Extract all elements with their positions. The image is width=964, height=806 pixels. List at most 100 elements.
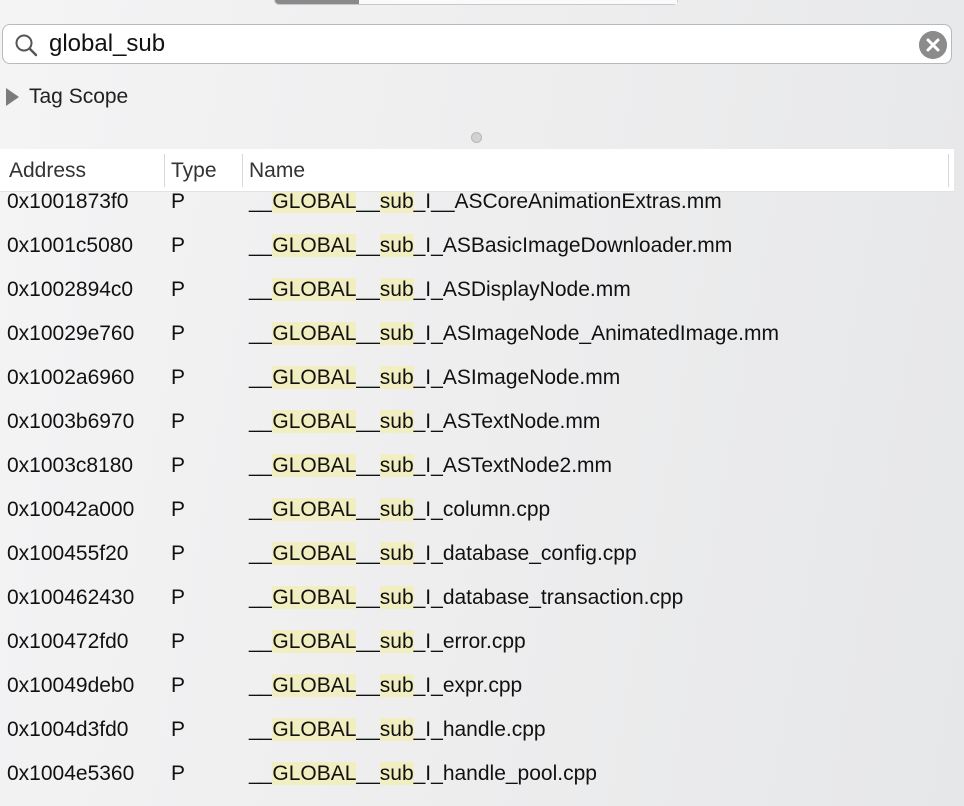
table-row[interactable]: 0x10049deb0 P __GLOBAL__sub_I_expr.cpp (0, 664, 964, 708)
match-highlight: GLOBAL (272, 454, 357, 477)
type-cell: P (171, 192, 186, 213)
name-mid: __ (356, 192, 380, 213)
name-cell: __GLOBAL__sub_I_database_config.cpp (249, 532, 637, 576)
name-mid: __ (356, 586, 380, 609)
address-cell: 0x100455f20 (7, 542, 129, 565)
name-mid: __ (356, 718, 380, 741)
column-header-name[interactable]: Name (249, 149, 305, 192)
column-separator[interactable] (948, 154, 949, 187)
segment-inactive[interactable] (359, 0, 677, 4)
name-cell: __GLOBAL__sub (249, 796, 414, 806)
table-row[interactable]: 0x1004e5360 P __GLOBAL__sub_I_handle_pool.… (0, 752, 964, 796)
match-highlight: GLOBAL (272, 410, 357, 433)
address-cell: 0x1001873f0 (7, 192, 129, 213)
name-prefix: __ (249, 366, 273, 389)
table-row[interactable]: 0x1003c8180 P __GLOBAL__sub_I_ASTextNode2.… (0, 444, 964, 488)
column-header-type[interactable]: Type (171, 149, 217, 192)
name-suffix: _I_error.cpp (413, 630, 526, 653)
table-row[interactable]: 0x100462430 P __GLOBAL__sub_I_database_tra… (0, 576, 964, 620)
table-row[interactable]: 0x100472fd0 P __GLOBAL__sub_I_error.cpp (0, 620, 964, 664)
name-prefix: __ (249, 718, 273, 741)
symbol-table[interactable]: 0x1001873f0 P __GLOBAL__sub_I__ASCoreAnima… (0, 192, 964, 806)
match-highlight: sub (379, 498, 414, 521)
type-cell: P (171, 366, 186, 389)
match-highlight: sub (379, 674, 414, 697)
name-suffix: _I_column.cpp (413, 498, 551, 521)
table-row[interactable]: 0x10042a000 P __GLOBAL__sub_I_column.cpp (0, 488, 964, 532)
table-row[interactable]: 0x1001c5080 P __GLOBAL__sub_I_ASBasicImage… (0, 224, 964, 268)
name-mid: __ (356, 630, 380, 653)
type-cell: P (171, 542, 186, 565)
type-cell: P (171, 410, 186, 433)
tag-scope-disclosure[interactable]: Tag Scope (6, 84, 128, 110)
type-cell: P (171, 630, 186, 653)
split-view-handle[interactable] (471, 132, 482, 143)
name-cell: __GLOBAL__sub_I_ASImageNode_AnimatedImag… (249, 312, 779, 356)
name-mid: __ (356, 278, 380, 301)
match-highlight: GLOBAL (272, 586, 357, 609)
name-mid: __ (356, 410, 380, 433)
match-highlight: sub (379, 410, 414, 433)
match-highlight: GLOBAL (272, 192, 357, 213)
table-row[interactable]: 0x1003b6970 P __GLOBAL__sub_I_ASTextNode.m… (0, 400, 964, 444)
name-prefix: __ (249, 322, 273, 345)
table-header: Address Type Name (0, 149, 954, 192)
name-cell: __GLOBAL__sub_I_ASTextNode.mm (249, 400, 600, 444)
name-suffix: _I_ASDisplayNode.mm (413, 278, 631, 301)
address-cell: 0x100472fd0 (7, 630, 129, 653)
match-highlight: GLOBAL (272, 542, 357, 565)
name-prefix: __ (249, 630, 273, 653)
table-row[interactable]: 0x1004d3fd0 P __GLOBAL__sub_I_handle.cpp (0, 708, 964, 752)
match-highlight: GLOBAL (272, 630, 357, 653)
name-suffix: _I_handle.cpp (413, 718, 546, 741)
table-row[interactable]: 0x1002894c0 P __GLOBAL__sub_I_ASDisplayNod… (0, 268, 964, 312)
column-header-address[interactable]: Address (9, 149, 86, 192)
name-mid: __ (356, 762, 380, 785)
match-highlight: GLOBAL (272, 366, 357, 389)
type-cell: P (171, 278, 186, 301)
name-prefix: __ (249, 542, 273, 565)
table-row[interactable]: 0x10029e760 P __GLOBAL__sub_I_ASImageNode_… (0, 312, 964, 356)
match-highlight: GLOBAL (272, 278, 357, 301)
name-prefix: __ (249, 586, 273, 609)
address-cell: 0x1004e5360 (7, 762, 135, 785)
match-highlight: GLOBAL (272, 234, 357, 257)
name-cell: __GLOBAL__sub_I_handle_pool.cpp (249, 752, 597, 796)
match-highlight: sub (379, 630, 414, 653)
search-input[interactable] (49, 28, 909, 60)
segment-active[interactable] (275, 0, 359, 4)
name-cell: __GLOBAL__sub_I_ASTextNode2.mm (249, 444, 612, 488)
clear-icon[interactable] (919, 31, 947, 59)
match-highlight: sub (379, 322, 414, 345)
match-highlight: sub (379, 234, 414, 257)
name-mid: __ (356, 366, 380, 389)
name-suffix: _I_expr.cpp (413, 674, 523, 697)
name-suffix: _I_handle_pool.cpp (413, 762, 597, 785)
match-highlight: GLOBAL (272, 762, 357, 785)
match-highlight: GLOBAL (272, 498, 357, 521)
type-cell: P (171, 454, 186, 477)
name-mid: __ (356, 234, 380, 257)
name-suffix: _I_ASTextNode.mm (413, 410, 601, 433)
match-highlight: GLOBAL (272, 718, 357, 741)
segmented-control[interactable] (274, 0, 678, 5)
name-prefix: __ (249, 498, 273, 521)
search-field[interactable] (2, 24, 952, 64)
name-mid: __ (356, 454, 380, 477)
match-highlight: GLOBAL (272, 322, 357, 345)
name-cell: __GLOBAL__sub_I_error.cpp (249, 620, 526, 664)
address-cell: 0x10042a000 (7, 498, 135, 521)
name-cell: __GLOBAL__sub_I_column.cpp (249, 488, 550, 532)
name-mid: __ (356, 322, 380, 345)
search-icon (15, 34, 38, 57)
table-row[interactable]: 0x1001873f0 P __GLOBAL__sub_I__ASCoreAnima… (0, 192, 964, 224)
tag-scope-label: Tag Scope (29, 85, 129, 108)
column-separator[interactable] (164, 154, 165, 187)
table-row[interactable]: 0x1002a6960 P __GLOBAL__sub_I_ASImageNode.… (0, 356, 964, 400)
table-row[interactable]: 0x100455f20 P __GLOBAL__sub_I_database_con… (0, 532, 964, 576)
column-separator[interactable] (242, 154, 243, 187)
table-row-partial[interactable]: __GLOBAL__sub (0, 796, 964, 806)
address-cell: 0x100462430 (7, 586, 135, 609)
disclosure-triangle-icon[interactable] (6, 88, 19, 106)
match-highlight: sub (379, 586, 414, 609)
